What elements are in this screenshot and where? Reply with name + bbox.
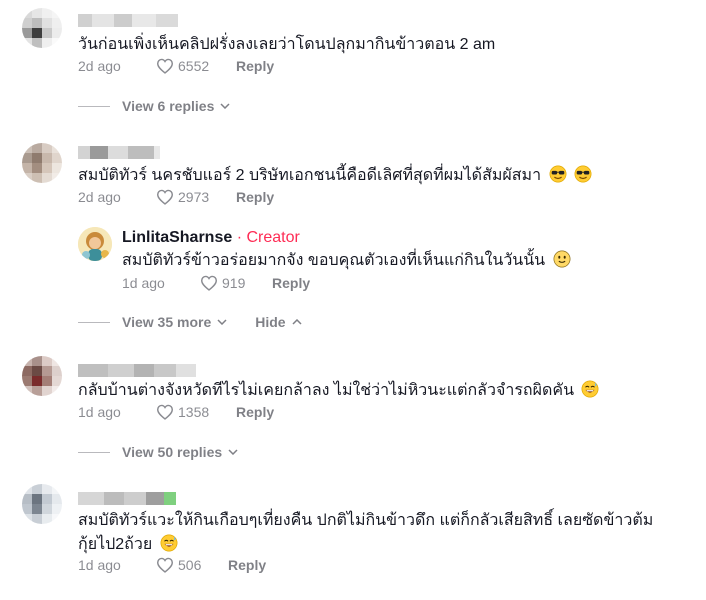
comment-meta: 2d ago 2973 Reply [78,189,274,205]
comment-text: กลับบ้านต่างจังหวัดทีไรไม่เคยกล้าลง ไม่ใ… [78,380,599,402]
view-replies-row: View 50 replies [78,444,238,460]
heart-icon [200,275,218,291]
heart-icon [156,557,174,573]
comment-text-line1: สมบัติทัวร์แวะให้กินเกือบๆเที่ยงคืน ปกติ… [78,512,654,529]
like-count: 919 [222,275,246,291]
creator-avatar[interactable] [78,227,112,261]
view-replies-button[interactable]: View 6 replies [122,98,230,114]
view-replies-label: View 50 replies [122,444,223,460]
comment-text-content: กุ้ยไป2ถ้วย [78,536,153,553]
comment-text-content: สมบัติทัวร์ นครชับแอร์ 2 บริษัทเอกชนนี้ค… [78,167,542,184]
username-blurred[interactable] [78,364,196,377]
like-count: 1358 [178,404,210,420]
divider [78,451,110,453]
comment-text: วันก่อนเพิ่งเห็นคลิปฝรั่งลงเลยว่าโดนปลุก… [78,36,496,53]
username-blurred[interactable] [78,492,176,505]
avatar[interactable] [22,484,62,524]
separator: · [232,229,247,246]
avatar[interactable] [22,143,62,183]
comment-meta: 2d ago 6552 Reply [78,58,274,74]
like-button[interactable]: 6552 [156,58,236,74]
reply-button[interactable]: Reply [236,404,274,420]
hide-button[interactable]: Hide [255,314,302,330]
reply-button[interactable]: Reply [236,58,274,74]
reply-button[interactable]: Reply [228,557,266,573]
reply-text-content: สมบัติทัวร์ข้าวอร่อยมากจัง ขอบคุณตัวเองท… [122,252,546,269]
comment-text-line2: กุ้ยไป2ถ้วย [78,534,178,556]
reply-date: 1d ago [122,275,165,291]
comment-date: 1d ago [78,557,121,573]
comment-date: 2d ago [78,189,121,205]
sunglasses-emoji-icon [574,165,592,183]
heart-icon [156,189,174,205]
avatar[interactable] [22,356,62,396]
like-count: 506 [178,557,202,573]
avatar[interactable] [22,8,62,48]
divider [78,321,110,323]
like-button[interactable]: 919 [200,275,272,291]
sunglasses-emoji-icon [549,165,566,183]
heart-icon [156,58,174,74]
view-replies-row: View 6 replies [78,98,230,114]
like-count: 6552 [178,58,210,74]
creator-badge: Creator [246,229,300,246]
view-more-row: View 35 more Hide [78,314,302,330]
comment-meta: 1d ago 506 Reply [78,557,266,573]
comment-date: 1d ago [78,404,121,420]
reply-button[interactable]: Reply [272,275,310,291]
creator-avatar-image [78,227,112,261]
comment-text-content: กลับบ้านต่างจังหวัดทีไรไม่เคยกล้าลง ไม่ใ… [78,382,575,399]
reply-text: สมบัติทัวร์ข้าวอร่อยมากจัง ขอบคุณตัวเองท… [122,250,571,272]
grinning-sweat-emoji-icon [160,534,178,552]
divider [78,105,110,107]
like-button[interactable]: 506 [156,557,228,573]
grinning-sweat-emoji-icon [582,380,599,398]
username-blurred[interactable] [78,14,178,27]
like-button[interactable]: 2973 [156,189,236,205]
chevron-down-icon [228,449,238,455]
hide-label: Hide [255,314,286,330]
like-button[interactable]: 1358 [156,404,236,420]
comment-text: สมบัติทัวร์ นครชับแอร์ 2 บริษัทเอกชนนี้ค… [78,165,592,187]
comment-date: 2d ago [78,58,121,74]
heart-icon [156,404,174,420]
view-replies-label: View 6 replies [122,98,215,114]
like-count: 2973 [178,189,210,205]
view-more-label: View 35 more [122,314,212,330]
reply-button[interactable]: Reply [236,189,274,205]
view-replies-button[interactable]: View 50 replies [122,444,238,460]
creator-username[interactable]: LinlitaSharnse [122,229,232,246]
comment-meta: 1d ago 1358 Reply [78,404,274,420]
view-more-button[interactable]: View 35 more [122,314,227,330]
chevron-down-icon [220,103,230,109]
chevron-down-icon [217,319,227,325]
username-blurred[interactable] [78,146,160,159]
slight-smile-emoji-icon [553,250,571,268]
reply-meta: 1d ago 919 Reply [122,275,310,291]
creator-username-row: LinlitaSharnse · Creator [122,229,300,247]
chevron-up-icon [292,319,302,325]
